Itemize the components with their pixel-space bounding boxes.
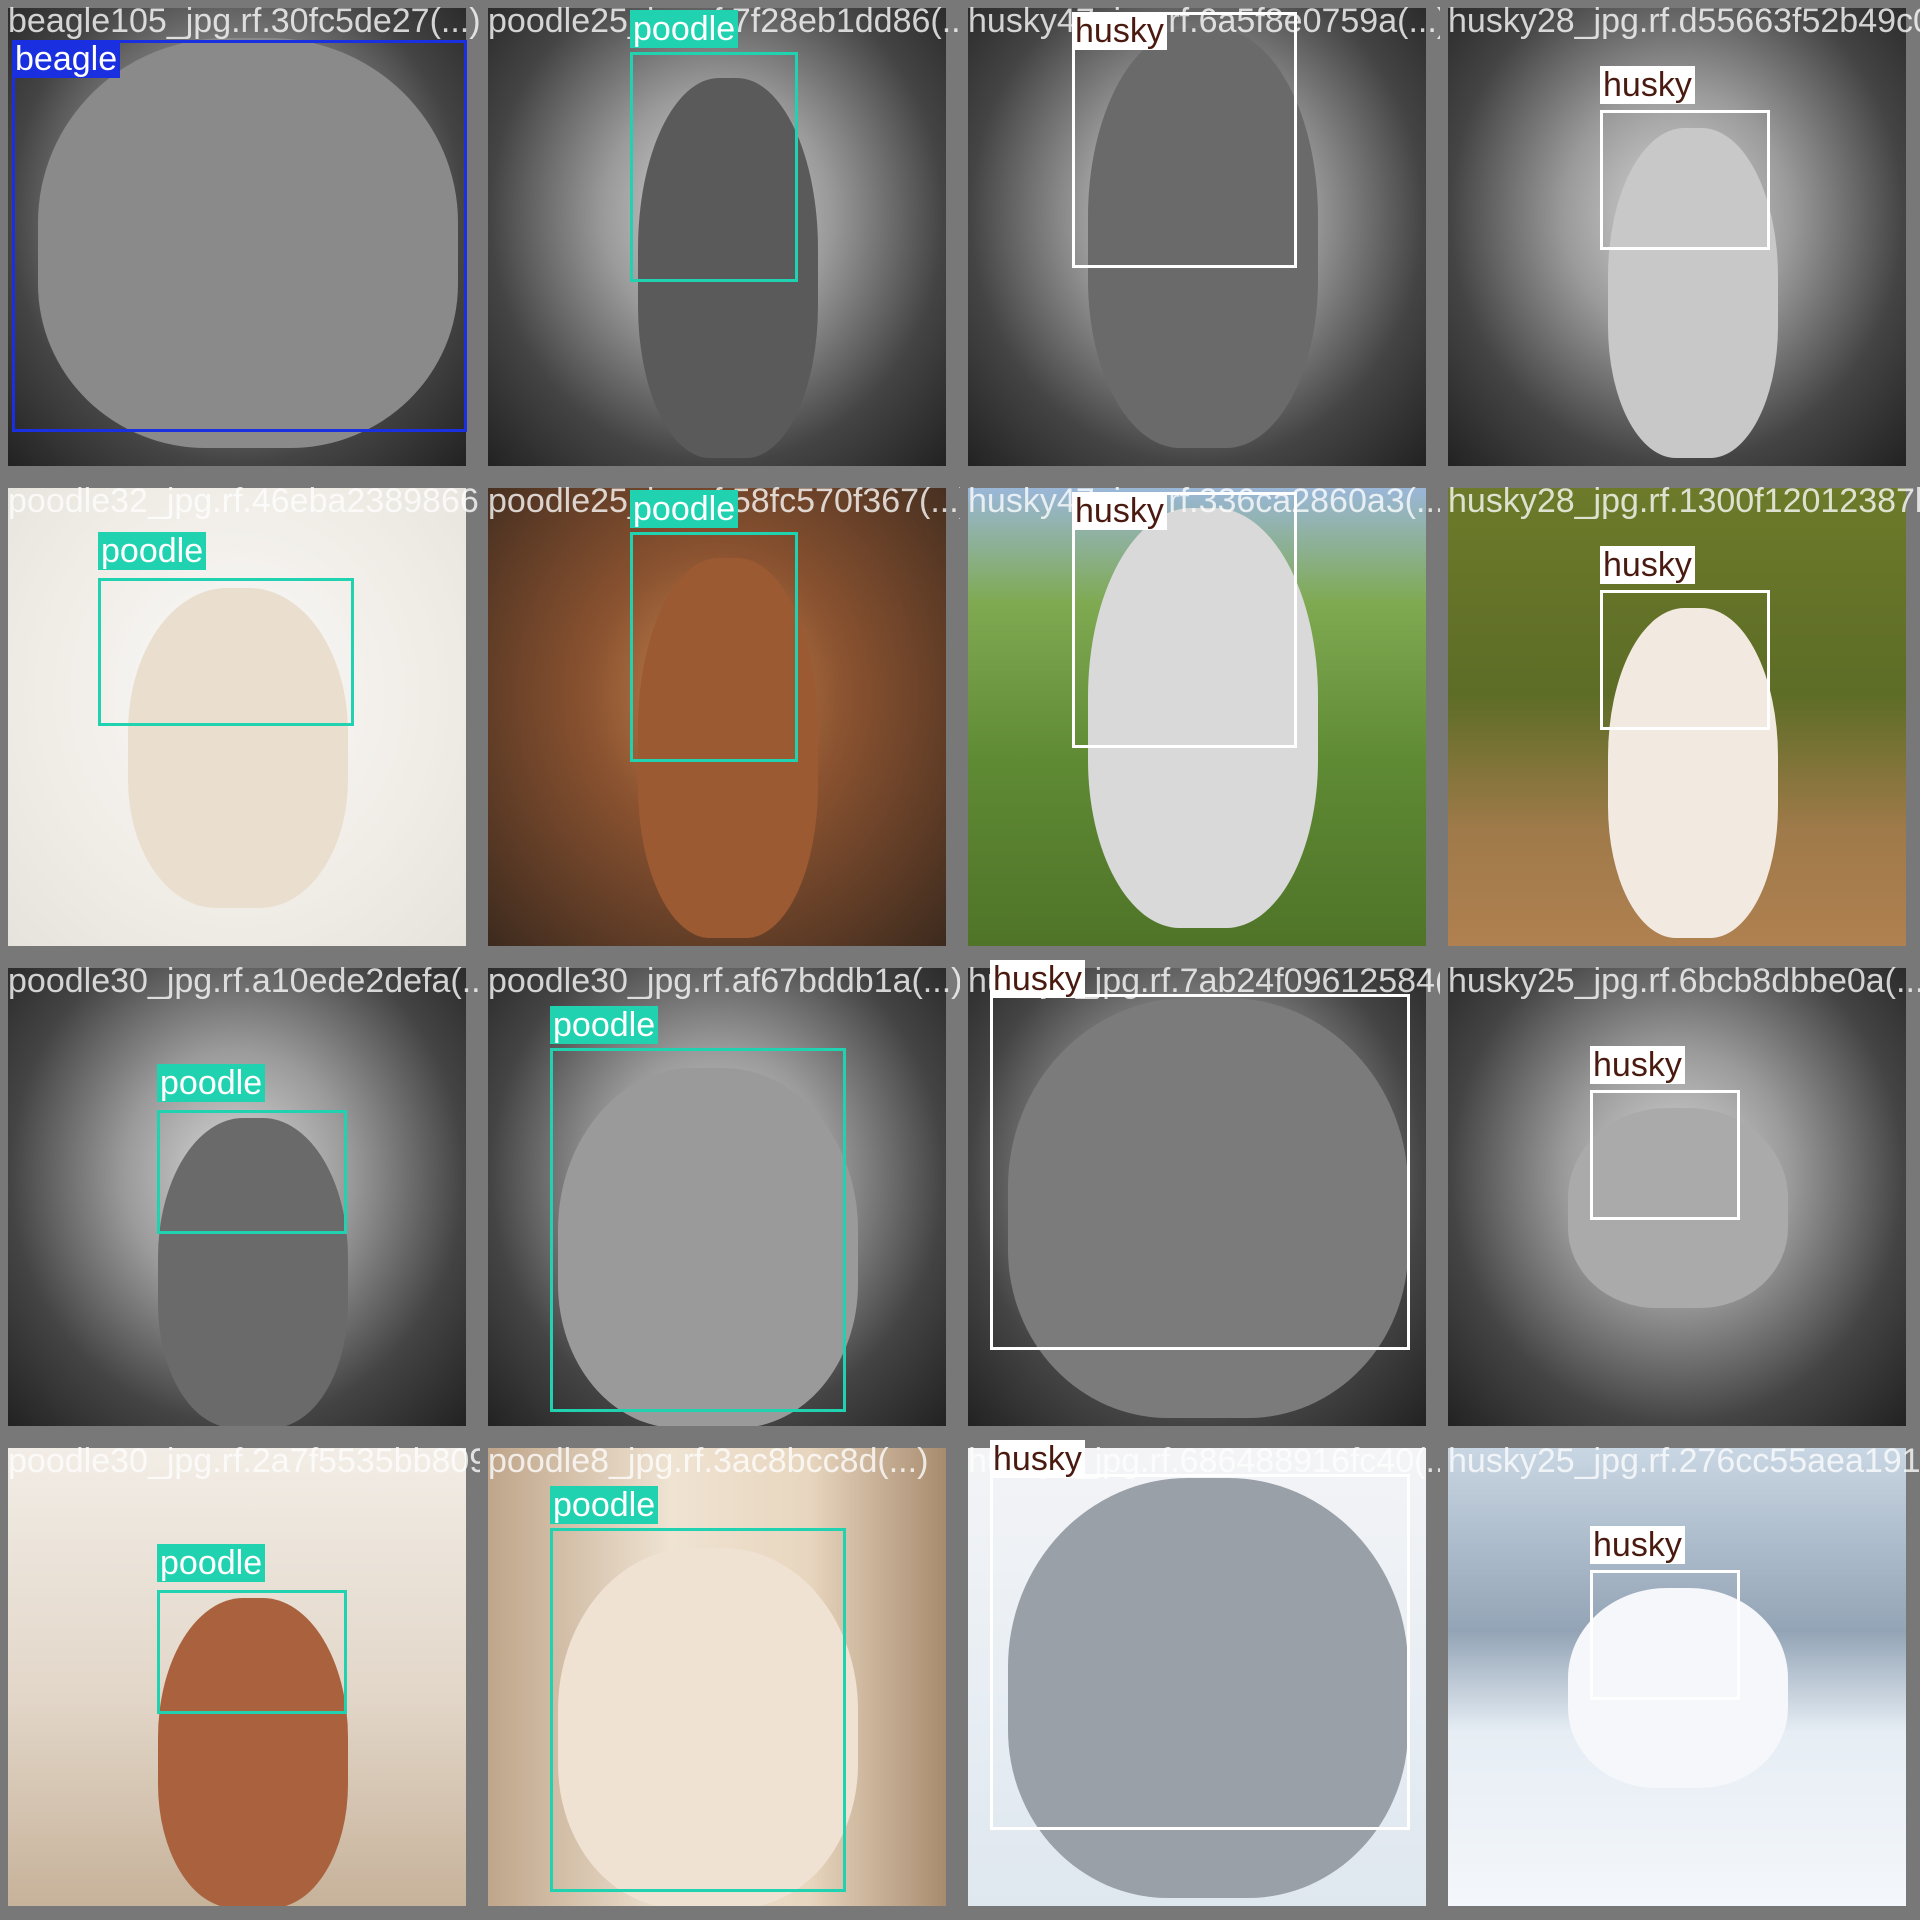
- class-label: husky: [1600, 66, 1695, 104]
- prediction-grid: beagle105_jpg.rf.30fc5de27(...) beagle poo…: [0, 0, 1920, 1920]
- prediction-tile: poodle32_jpg.rf.46eba2389866090f24poodle: [0, 480, 480, 960]
- bounding-box: [1072, 12, 1297, 268]
- class-label: husky: [990, 1440, 1085, 1478]
- prediction-tile: husky47_jpg.rf.336ca2860a3(...) husky: [960, 480, 1440, 960]
- bounding-box: [990, 1474, 1410, 1830]
- image-filename: poodle30_jpg.rf.a10ede2defa(...): [8, 962, 480, 1000]
- bounding-box: [1600, 110, 1770, 250]
- prediction-tile: husky28_jpg.rf.d55663f52b49c0514(...)hus…: [1440, 0, 1920, 480]
- prediction-tile: beagle105_jpg.rf.30fc5de27(...) beagle: [0, 0, 480, 480]
- image-filename: poodle30_jpg.rf.2a7f5535bb809(...): [8, 1442, 480, 1480]
- prediction-tile: poodle30_jpg.rf.af67bddb1a(...)poodle: [480, 960, 960, 1440]
- prediction-tile: husky25_jpg.rf.276cc55aea1911(...)husky: [1440, 1440, 1920, 1920]
- prediction-tile: poodle30_jpg.rf.a10ede2defa(...)poodle: [0, 960, 480, 1440]
- bounding-box: [157, 1590, 347, 1714]
- bounding-box: [1072, 492, 1297, 748]
- class-label: husky: [1072, 12, 1167, 50]
- class-label: poodle: [550, 1006, 659, 1044]
- image-filename: husky28_jpg.rf.d55663f52b49c0514(...): [1448, 2, 1920, 40]
- prediction-tile: poodle25_jpg.rf.7f28eb1dd86(...)poodle: [480, 0, 960, 480]
- prediction-tile: husky6_jpg.rf.7ab24f09612584(...) husky: [960, 960, 1440, 1440]
- bounding-box: [630, 52, 798, 282]
- bounding-box: [1600, 590, 1770, 730]
- prediction-tile: poodle30_jpg.rf.2a7f5535bb809(...)poodle: [0, 1440, 480, 1920]
- bounding-box: [98, 578, 354, 726]
- bounding-box: [1590, 1570, 1740, 1700]
- class-label: poodle: [550, 1486, 659, 1524]
- bounding-box: [550, 1048, 846, 1412]
- class-label: husky: [1590, 1046, 1685, 1084]
- image-filename: poodle30_jpg.rf.af67bddb1a(...): [488, 962, 960, 1000]
- prediction-tile: husky25_jpg.rf.6bcb8dbbe0a(...)husky: [1440, 960, 1920, 1440]
- prediction-tile: husky47_jpg.rf.6a5f8e0759a(...) husky: [960, 0, 1440, 480]
- bounding-box: [990, 994, 1410, 1350]
- image-filename: husky28_jpg.rf.1300f12012387be5(...): [1448, 482, 1920, 520]
- bounding-box: [630, 532, 798, 762]
- prediction-tile: husky6_jpg.rf.686488916fc40(...) husky: [960, 1440, 1440, 1920]
- class-label: poodle: [157, 1544, 266, 1582]
- bounding-box: [12, 40, 467, 432]
- bounding-box: [157, 1110, 347, 1234]
- image-filename: poodle32_jpg.rf.46eba2389866090f24: [8, 482, 480, 520]
- class-label: poodle: [630, 490, 739, 528]
- class-label: husky: [1600, 546, 1695, 584]
- image-filename: husky25_jpg.rf.6bcb8dbbe0a(...): [1448, 962, 1920, 1000]
- prediction-tile: husky28_jpg.rf.1300f12012387be5(...)husk…: [1440, 480, 1920, 960]
- prediction-tile: poodle8_jpg.rf.3ac8bcc8d(...)poodle: [480, 1440, 960, 1920]
- class-label: husky: [1072, 492, 1167, 530]
- bounding-box: [1590, 1090, 1740, 1220]
- bounding-box: [550, 1528, 846, 1892]
- class-label: poodle: [630, 10, 739, 48]
- class-label: husky: [990, 960, 1085, 998]
- image-filename: beagle105_jpg.rf.30fc5de27(...): [8, 2, 480, 40]
- image-filename: poodle8_jpg.rf.3ac8bcc8d(...): [488, 1442, 929, 1480]
- class-label: poodle: [98, 532, 207, 570]
- prediction-tile: poodle25_jpg.rf.58fc570f367(...)poodle: [480, 480, 960, 960]
- class-label: beagle: [12, 40, 121, 78]
- class-label: poodle: [157, 1064, 266, 1102]
- class-label: husky: [1590, 1526, 1685, 1564]
- image-filename: husky25_jpg.rf.276cc55aea1911(...): [1448, 1442, 1920, 1480]
